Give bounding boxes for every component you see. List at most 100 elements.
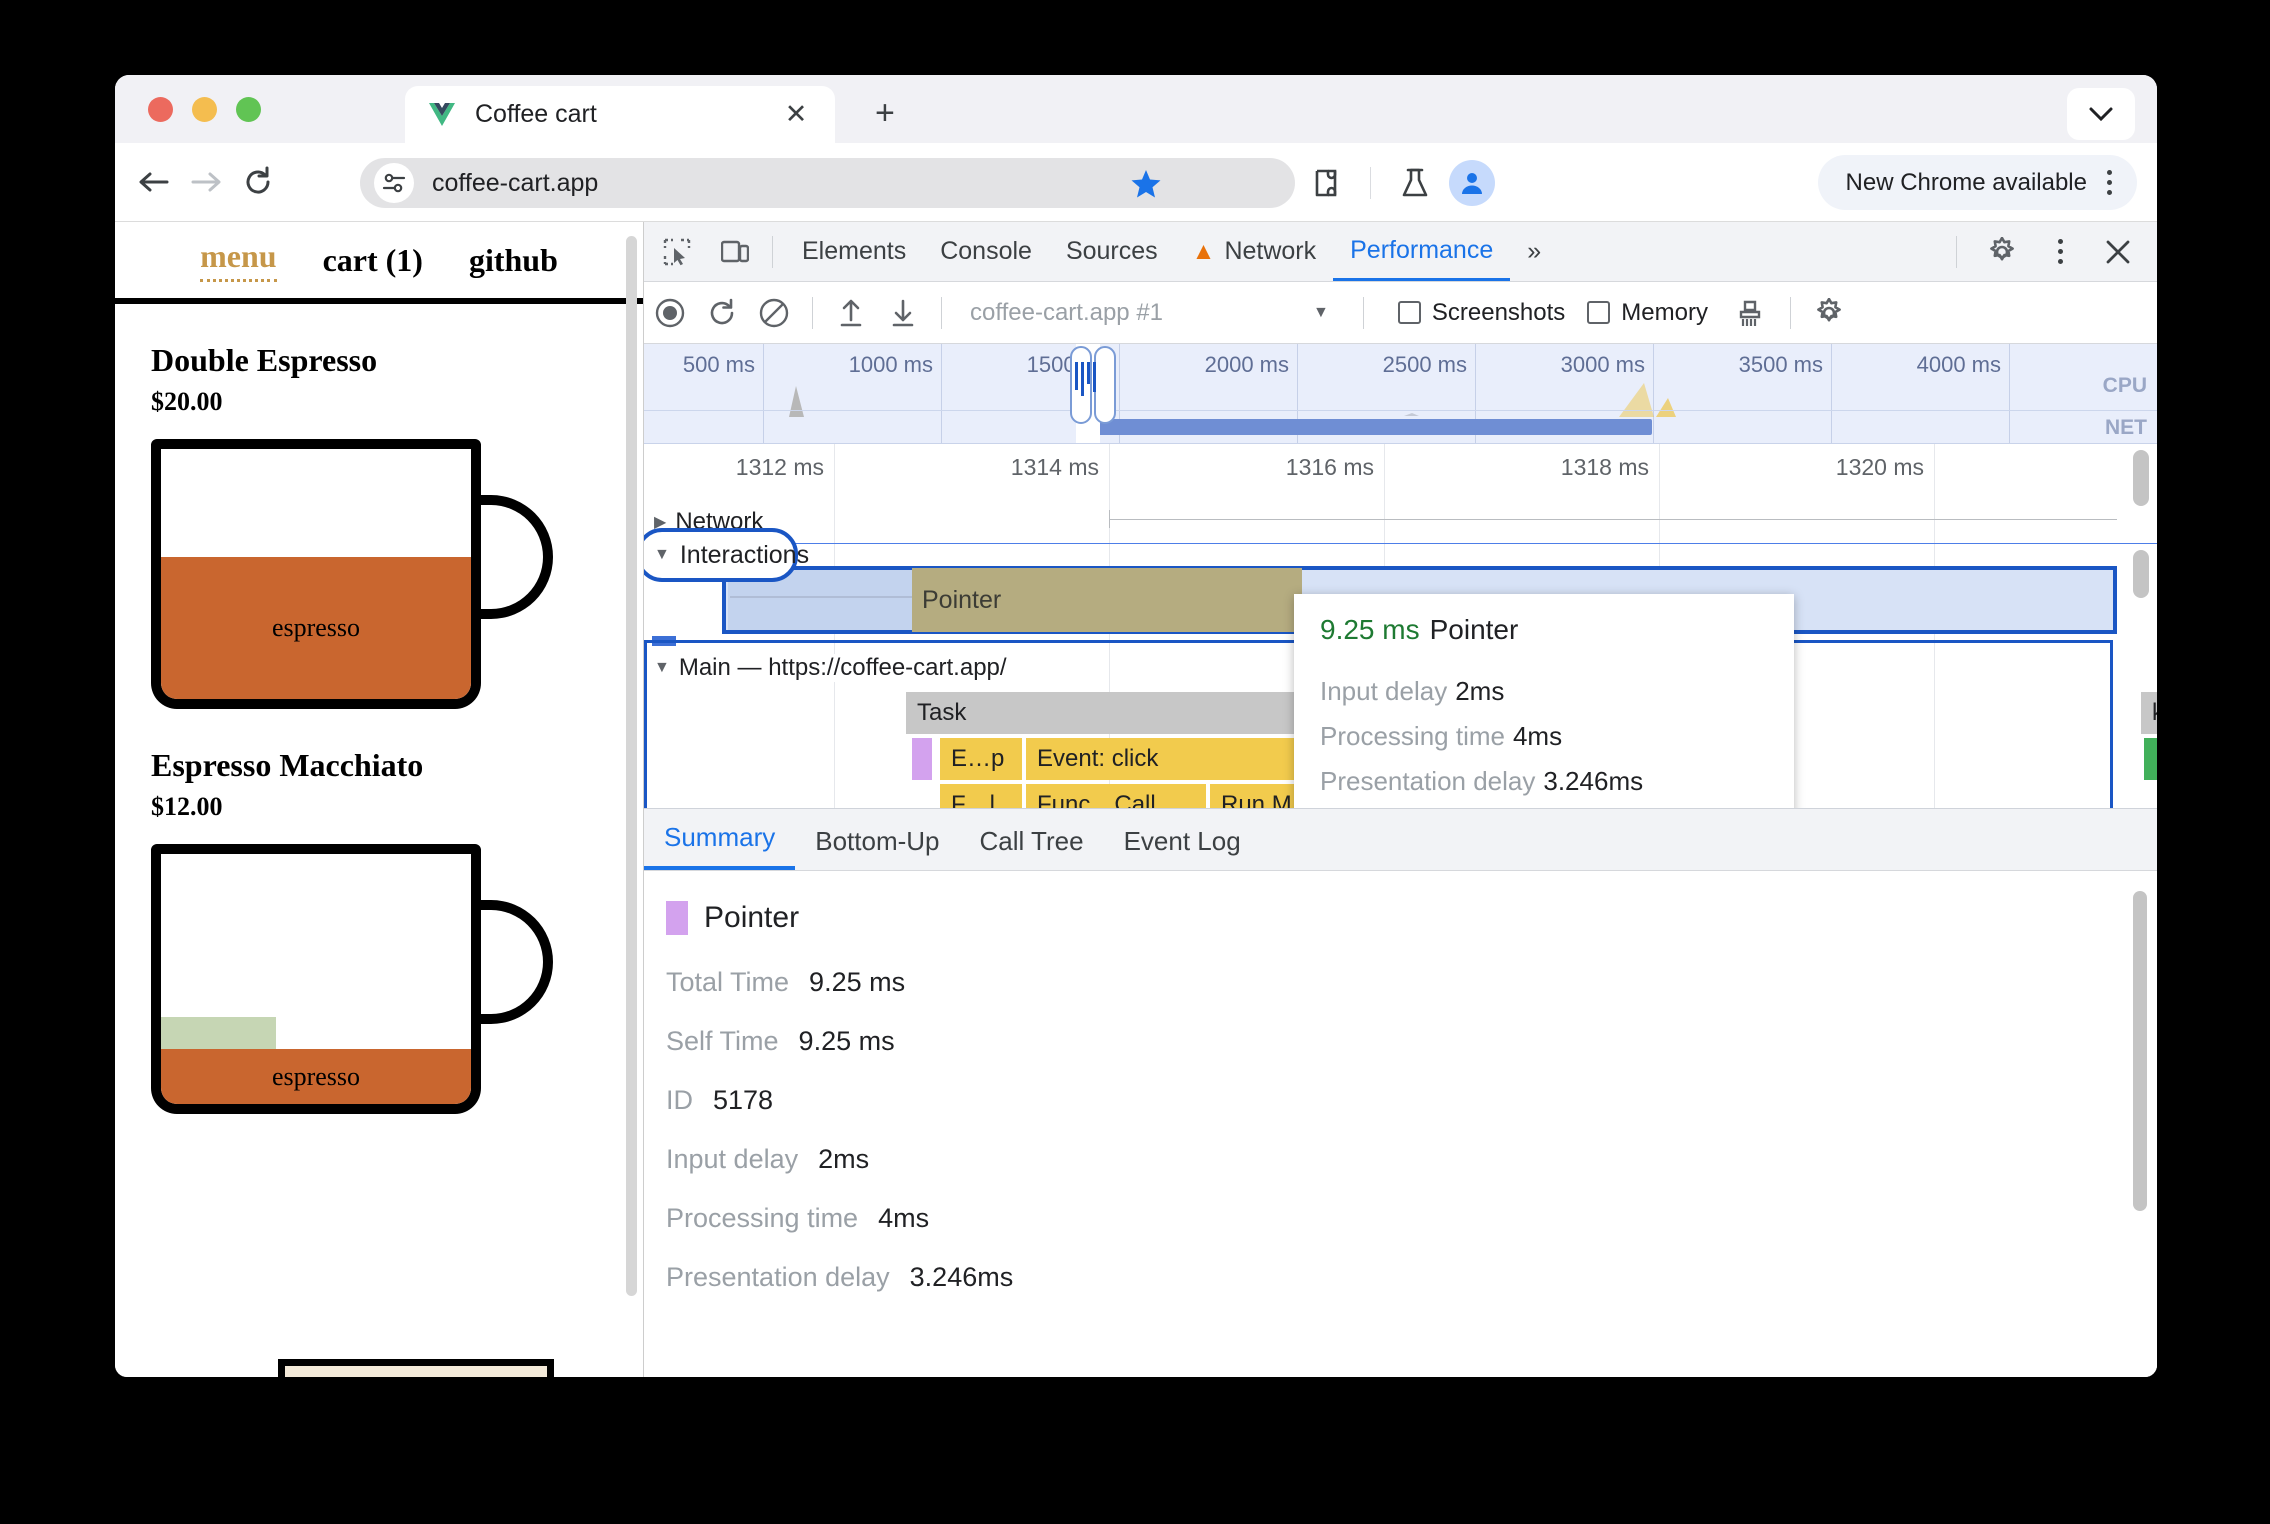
product-cup[interactable]: espresso: [151, 439, 553, 709]
flame-chart[interactable]: 1312 ms 1314 ms 1316 ms 1318 ms 1320 ms …: [644, 444, 2157, 809]
bookmark-star-icon[interactable]: [1120, 158, 1172, 208]
browser-window: Coffee cart ✕ + coffee-cart.app New Chro…: [115, 75, 2157, 1377]
reload-button[interactable]: [232, 156, 284, 208]
load-profile-button[interactable]: [825, 290, 877, 336]
device-toolbar-icon[interactable]: [710, 230, 760, 274]
tab-search-button[interactable]: [2067, 88, 2135, 140]
chevron-down-icon[interactable]: ▼: [1313, 304, 1329, 322]
site-nav: menu cart (1) github: [115, 222, 643, 304]
close-devtools-icon[interactable]: [2093, 230, 2143, 274]
reload-and-record-button[interactable]: [696, 290, 748, 336]
flame-bar-interaction-marker[interactable]: [912, 738, 932, 780]
browser-toolbar: coffee-cart.app New Chrome available: [115, 143, 2157, 221]
memory-checkbox[interactable]: Memory: [1587, 299, 1708, 327]
tab-console[interactable]: Console: [923, 223, 1049, 281]
more-tabs-button[interactable]: »: [1510, 223, 1558, 281]
overview-tick-label: 4000 ms: [1916, 352, 2001, 377]
flame-scrollbar-top[interactable]: [2133, 450, 2149, 506]
page-scrollbar[interactable]: [626, 236, 637, 1296]
summary-title-label: Pointer: [704, 901, 800, 934]
inspect-element-icon[interactable]: [652, 230, 702, 274]
tab-bottom-up[interactable]: Bottom-Up: [795, 826, 959, 870]
tooltip-row: Presentation delay 3.246ms: [1320, 766, 1768, 797]
nav-link-cart[interactable]: cart (1): [323, 242, 423, 279]
tab-elements[interactable]: Elements: [785, 223, 923, 281]
flame-bar-paint[interactable]: [2144, 738, 2157, 780]
save-profile-button[interactable]: [877, 290, 929, 336]
screenshots-checkbox[interactable]: Screenshots: [1397, 298, 1566, 327]
record-button[interactable]: [644, 290, 696, 336]
flame-tick-label: 1314 ms: [1010, 454, 1099, 480]
devtools-tabbar-actions: [1944, 230, 2157, 274]
checkbox-icon: [1397, 301, 1421, 324]
lab-flask-icon[interactable]: [1389, 157, 1441, 209]
site-settings-icon[interactable]: [374, 163, 414, 203]
devtools-more-options-icon[interactable]: [2035, 230, 2085, 274]
summary-row: Self Time 9.25 ms: [666, 1026, 2157, 1057]
extensions-icon[interactable]: [1300, 157, 1352, 209]
profile-avatar[interactable]: [1449, 160, 1495, 206]
garbage-collect-icon[interactable]: [1724, 290, 1776, 336]
summary-value: 4ms: [878, 1203, 930, 1233]
flame-bar-task-tail[interactable]: k: [2141, 692, 2157, 734]
url-text: coffee-cart.app: [432, 168, 599, 197]
interaction-pointer-bar[interactable]: Pointer: [912, 568, 1302, 632]
flame-bar-function[interactable]: F…l: [940, 784, 1022, 808]
product-price: $20.00: [151, 387, 223, 416]
close-tab-button[interactable]: ✕: [783, 101, 809, 128]
track-interactions[interactable]: ▼ Interactions: [644, 528, 809, 582]
chrome-update-button[interactable]: New Chrome available: [1817, 155, 2137, 210]
capture-settings-gear-icon[interactable]: [1803, 290, 1855, 336]
forward-button[interactable]: [180, 156, 232, 208]
summary-scrollbar[interactable]: [2133, 891, 2147, 1211]
devtools-divider: [772, 235, 773, 268]
tooltip-duration: 9.25 ms: [1320, 614, 1420, 645]
summary-value: 9.25 ms: [798, 1026, 895, 1056]
tab-network[interactable]: ▲ Network: [1175, 223, 1333, 281]
timeline-overview[interactable]: 500 ms 1000 ms 1500 ms 2000 ms 2500 ms 3…: [644, 344, 2157, 444]
track-interactions-label: Interactions: [679, 540, 810, 569]
window-controls: [148, 97, 261, 122]
nav-link-github[interactable]: github: [469, 242, 558, 279]
summary-row: Processing time 4ms: [666, 1203, 2157, 1234]
flame-scrollbar-bottom[interactable]: [2133, 550, 2149, 598]
cup-ingredient-label: espresso: [271, 1061, 361, 1091]
new-tab-button[interactable]: +: [875, 96, 895, 130]
tab-performance[interactable]: Performance: [1333, 223, 1511, 281]
toolbar-actions: [1300, 157, 1495, 209]
tooltip-name: Pointer: [1429, 614, 1519, 645]
overview-tick-label: 2000 ms: [1204, 352, 1289, 377]
summary-row: Input delay 2ms: [666, 1144, 2157, 1175]
nav-link-menu[interactable]: menu: [200, 238, 277, 282]
tooltip-row-key: Presentation delay: [1320, 766, 1536, 796]
tooltip-row-value: 3.246ms: [1543, 766, 1644, 796]
close-window-button[interactable]: [148, 97, 173, 122]
overview-right-handle[interactable]: [1094, 346, 1116, 424]
recording-selector[interactable]: coffee-cart.app #1: [970, 299, 1163, 327]
tab-summary[interactable]: Summary: [644, 822, 796, 870]
product-card[interactable]: Espresso Macchiato $12.00 espresso: [151, 709, 607, 1114]
minimize-window-button[interactable]: [192, 97, 217, 122]
tab-call-tree[interactable]: Call Tree: [960, 826, 1104, 870]
tooltip-row: Input delay 2ms: [1320, 676, 1768, 707]
maximize-window-button[interactable]: [236, 97, 261, 122]
back-button[interactable]: [128, 156, 180, 208]
product-cup[interactable]: espresso: [151, 844, 553, 1114]
chrome-menu-icon[interactable]: [2087, 170, 2131, 195]
clear-recording-button[interactable]: [748, 290, 800, 336]
tab-sources[interactable]: Sources: [1049, 223, 1175, 281]
chevron-down-icon: ▼: [654, 546, 670, 563]
browser-tab[interactable]: Coffee cart ✕: [405, 86, 835, 143]
tooltip-row-key: Input delay: [1320, 676, 1448, 706]
track-main[interactable]: ▼ Main — https://coffee-cart.app/: [654, 654, 1013, 682]
flame-bar-function-call[interactable]: Func…Call: [1026, 784, 1206, 808]
screenshots-label: Screenshots: [1431, 298, 1566, 326]
settings-gear-icon[interactable]: [1977, 230, 2027, 274]
tab-event-log[interactable]: Event Log: [1104, 826, 1261, 870]
tooltip-row-value: 2ms: [1455, 676, 1505, 706]
product-price: $12.00: [151, 792, 223, 821]
tab-title: Coffee cart: [475, 100, 597, 128]
flame-bar-event[interactable]: E…p: [940, 738, 1022, 780]
product-card[interactable]: Double Espresso $20.00 espresso: [151, 304, 607, 709]
summary-value: 3.246ms: [909, 1262, 1014, 1292]
